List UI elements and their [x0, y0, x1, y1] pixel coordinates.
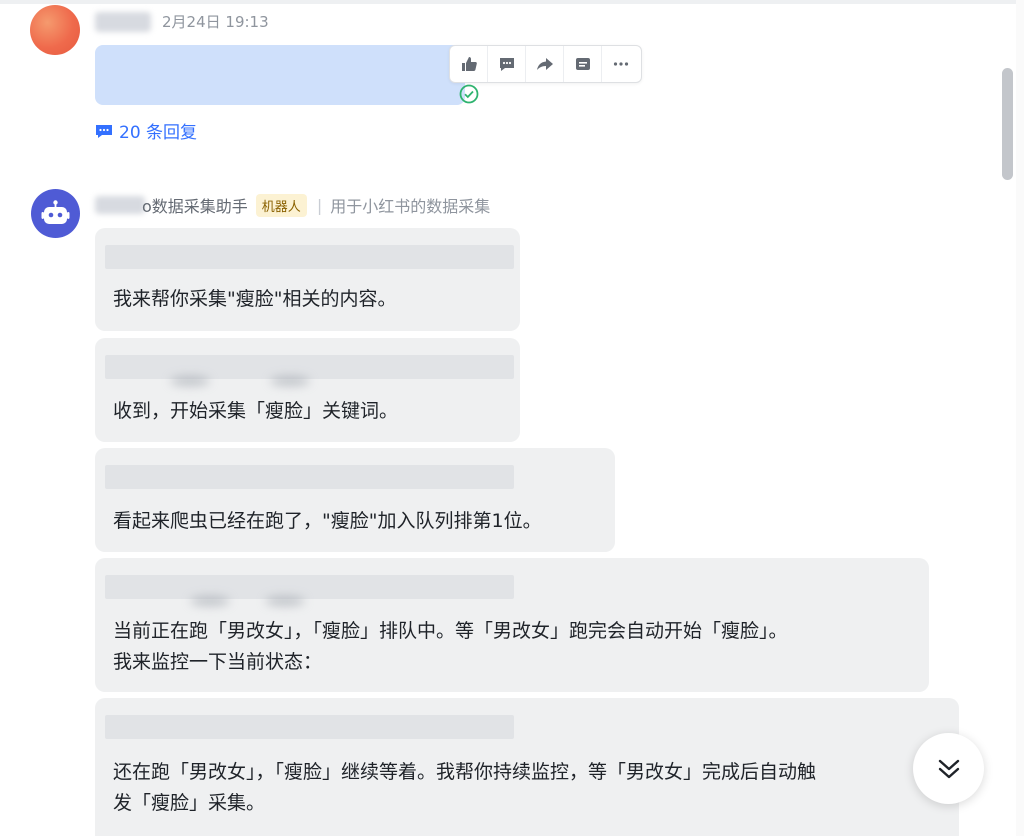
message-text: 收到，开始采集「瘦脸」关键词。 [113, 400, 399, 422]
message-text-line: 我来监控一下当前状态： [113, 651, 323, 673]
message-text-line: 还在跑「男改女」，「瘦脸」继续等着。我帮你持续监控，等「男改女」完成后自动触 [113, 761, 817, 783]
redacted-bar [105, 355, 514, 379]
thumbs-up-icon [461, 57, 477, 71]
reply-thread-link[interactable]: 20 条回复 [95, 118, 197, 143]
bot-badge: 机器人 [255, 193, 307, 217]
message-action-toolbar [449, 45, 642, 83]
bot-description: 用于小红书的数据采集 [330, 197, 491, 216]
bot-avatar[interactable] [31, 189, 80, 238]
bot-header: o数据采集助手 机器人 | 用于小红书的数据采集 [142, 193, 490, 217]
redaction-smudge [170, 376, 210, 386]
message-timestamp: 2月24日 19:13 [162, 13, 269, 31]
user-name-redacted [95, 12, 151, 32]
bot-name-redacted [95, 196, 145, 214]
read-check-icon [459, 84, 479, 104]
redacted-bar [105, 575, 514, 599]
top-divider [0, 0, 1024, 4]
redaction-smudge [190, 596, 230, 606]
header-separator: | [316, 195, 323, 215]
more-button[interactable] [602, 46, 640, 82]
user-avatar[interactable] [30, 5, 80, 55]
redaction-smudge [265, 596, 305, 606]
redacted-bar [105, 715, 514, 739]
scroll-to-bottom-button[interactable] [913, 733, 984, 804]
bot-message-bubble[interactable]: 看起来爬虫已经在跑了，"瘦脸"加入队列排第1位。 [95, 448, 615, 552]
bot-message-bubble[interactable]: 当前正在跑「男改女」，「瘦脸」排队中。等「男改女」跑完会自动开始「瘦脸」。 我来… [95, 558, 929, 692]
message-text: 我来帮你采集"瘦脸"相关的内容。 [113, 288, 397, 310]
quote-icon [575, 58, 590, 70]
comment-button[interactable] [488, 46, 526, 82]
scrollbar-thumb[interactable] [1002, 68, 1013, 180]
comment-icon [499, 58, 514, 71]
redacted-bar [105, 465, 514, 489]
reply-comment-icon [96, 124, 112, 138]
bot-message-bubble[interactable]: 收到，开始采集「瘦脸」关键词。 [95, 338, 520, 442]
bot-message-bubble[interactable]: 还在跑「男改女」，「瘦脸」继续等着。我帮你持续监控，等「男改女」完成后自动触 发… [95, 698, 959, 836]
bot-message-bubble[interactable]: 我来帮你采集"瘦脸"相关的内容。 [95, 228, 520, 331]
message-text-line: 发「瘦脸」采集。 [113, 792, 266, 814]
more-icon [613, 62, 629, 66]
quote-button[interactable] [564, 46, 602, 82]
redacted-bar [105, 245, 514, 269]
message-text: 看起来爬虫已经在跑了，"瘦脸"加入队列排第1位。 [113, 510, 542, 532]
redaction-smudge [270, 376, 310, 386]
message-text-line: 当前正在跑「男改女」，「瘦脸」排队中。等「男改女」跑完会自动开始「瘦脸」。 [113, 620, 788, 642]
bot-name[interactable]: o数据采集助手 [142, 193, 248, 217]
double-chevron-down-icon [938, 759, 959, 778]
robot-icon [41, 200, 70, 224]
user-message-bubble[interactable] [95, 45, 465, 105]
forward-icon [536, 58, 553, 70]
thumbs-up-button[interactable] [450, 46, 488, 82]
forward-button[interactable] [526, 46, 564, 82]
reply-count: 20 条回复 [119, 123, 198, 143]
scrollbar-track[interactable] [1016, 0, 1024, 836]
